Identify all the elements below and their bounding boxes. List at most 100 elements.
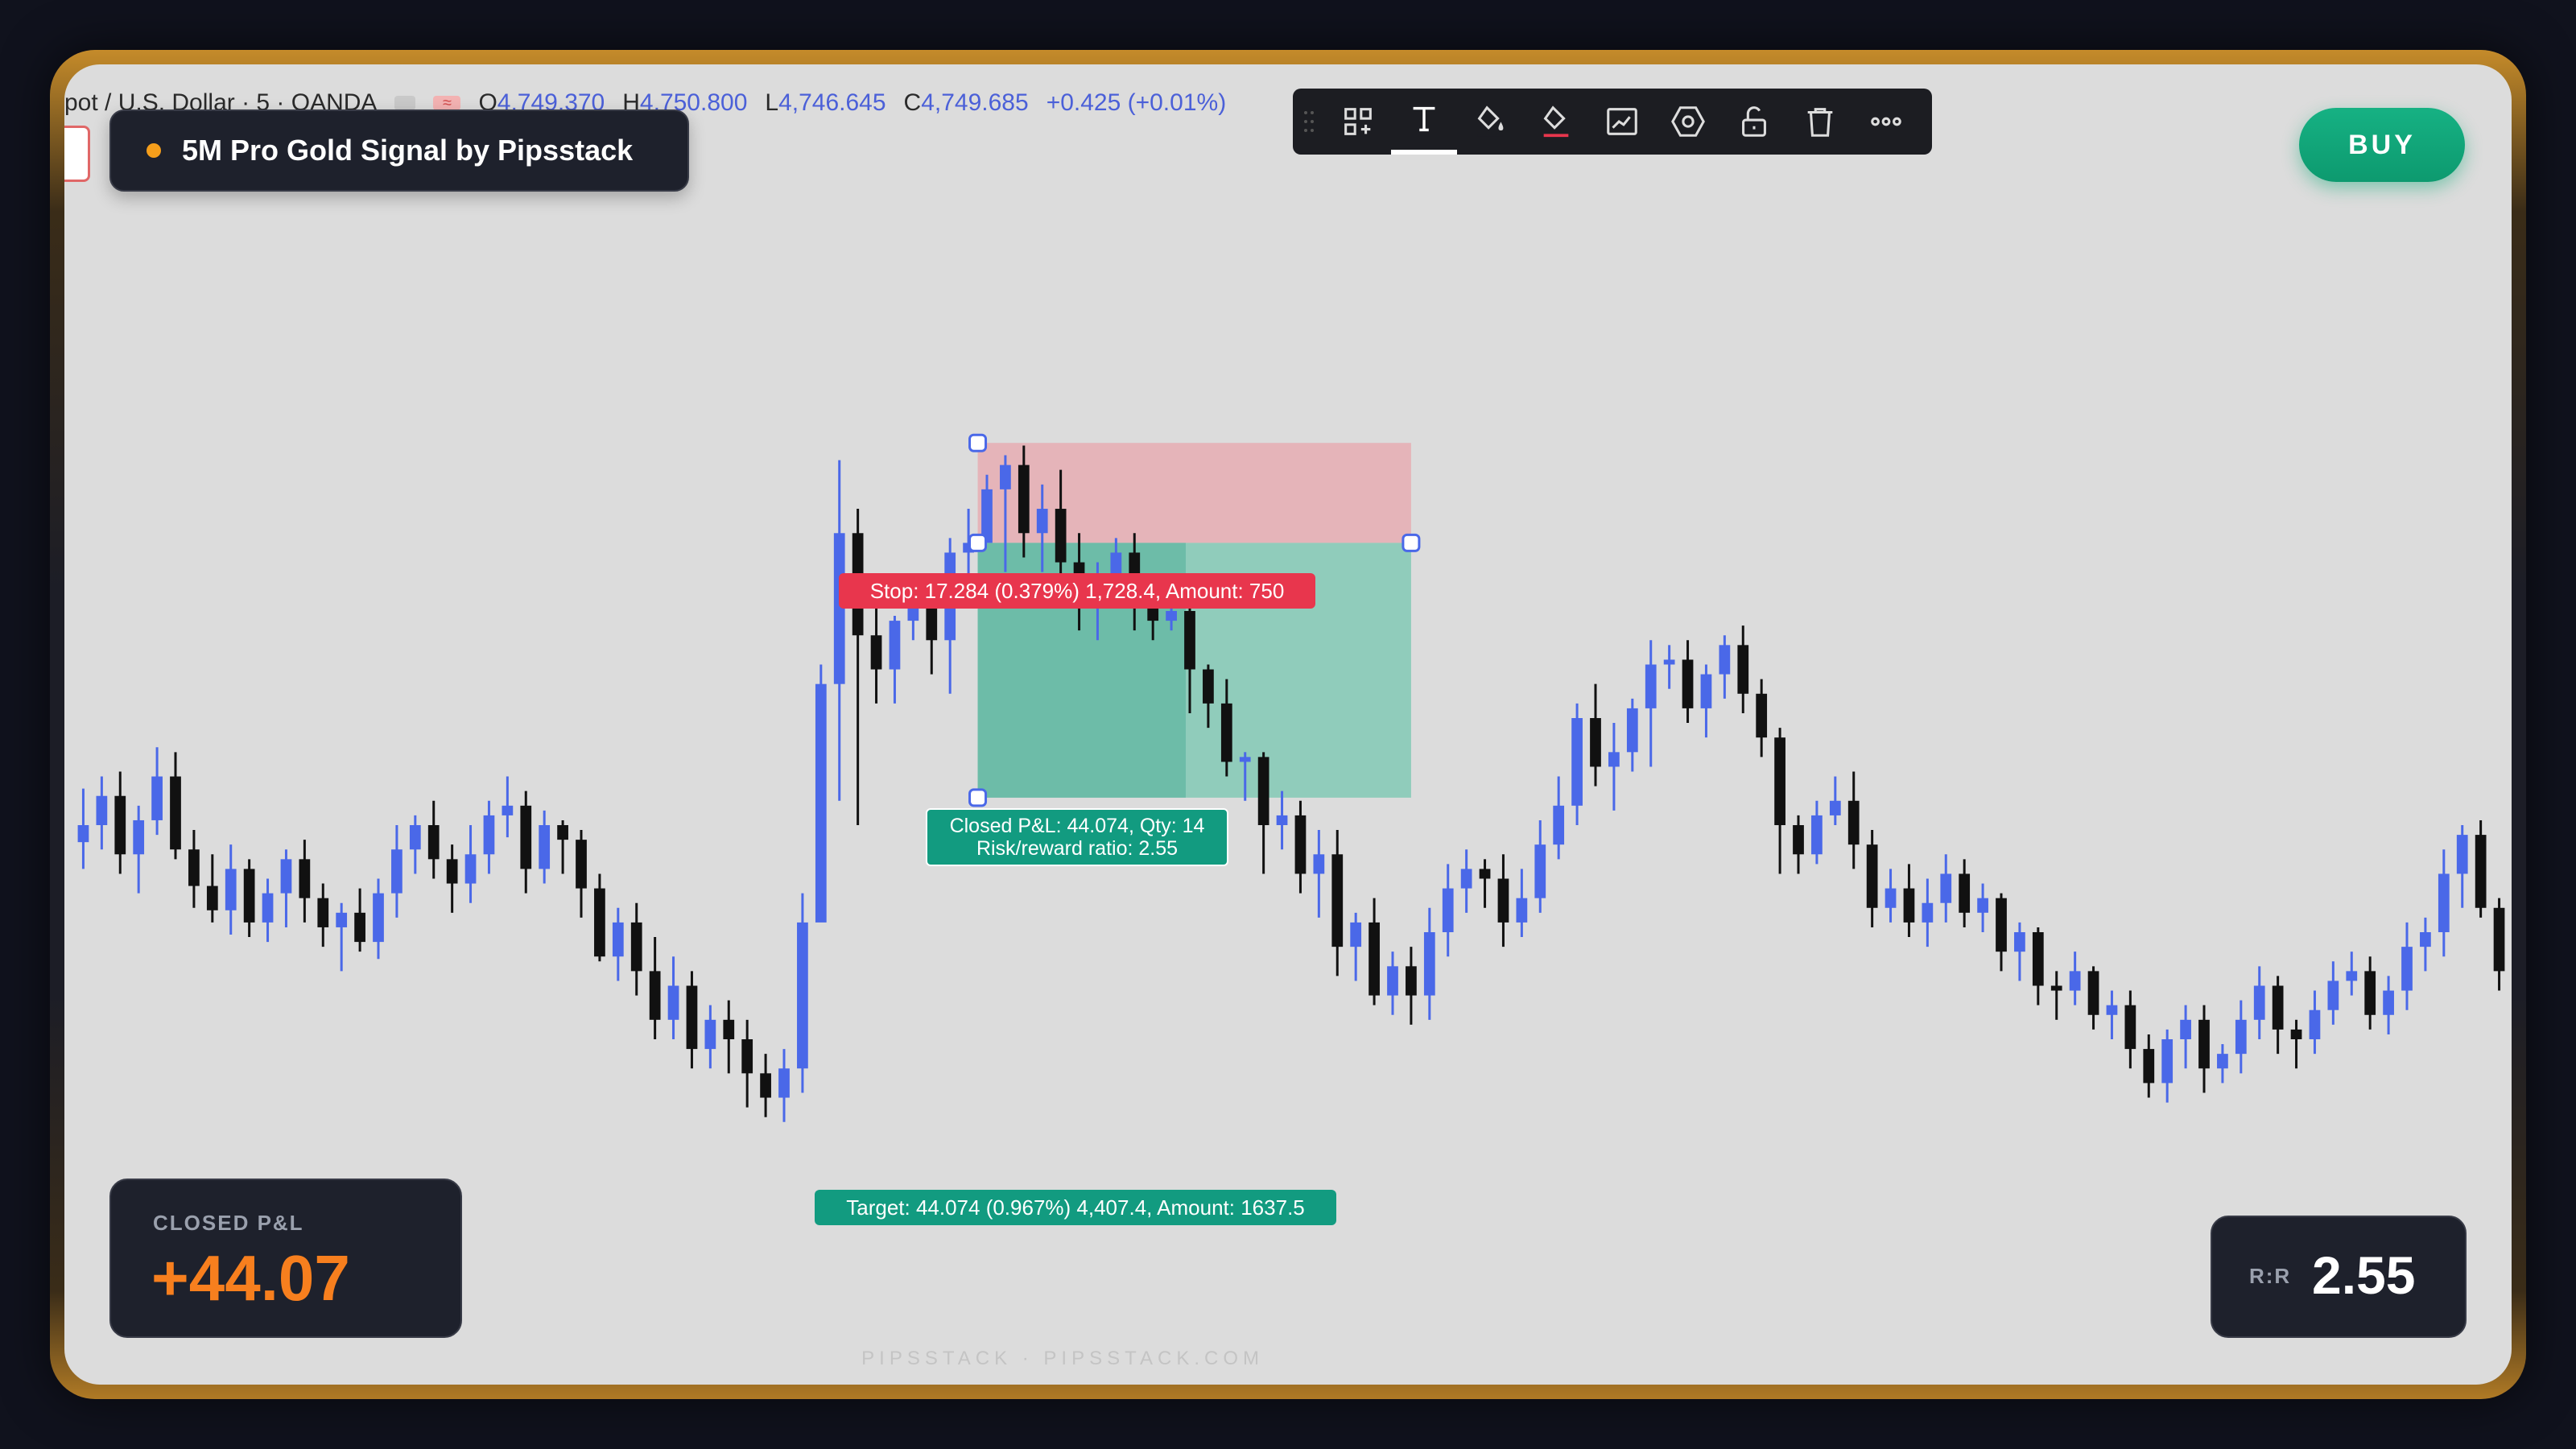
candle	[1829, 776, 1841, 825]
candle	[1590, 683, 1601, 786]
candle	[1977, 883, 1988, 932]
ohlc-close: C4,749.685	[903, 89, 1029, 116]
position-handle[interactable]	[968, 788, 988, 807]
candle	[1682, 640, 1694, 724]
candle	[612, 907, 624, 981]
candle	[151, 747, 163, 836]
candle	[409, 815, 421, 874]
candle	[1885, 869, 1897, 923]
candle	[464, 825, 477, 903]
candle	[1811, 800, 1823, 865]
position-handle[interactable]	[968, 433, 988, 452]
candle	[2401, 922, 2413, 1010]
candle	[206, 854, 218, 923]
candle	[336, 902, 348, 972]
candle	[2493, 898, 2505, 991]
candle	[2180, 1005, 2191, 1069]
candle	[760, 1054, 771, 1117]
candle	[2475, 819, 2487, 918]
candle	[2014, 922, 2025, 981]
candle	[317, 883, 329, 947]
candle	[1276, 791, 1288, 850]
candle	[2383, 976, 2394, 1034]
watermark: PIPSSTACK · PIPSSTACK.COM	[861, 1348, 1264, 1369]
candle	[502, 776, 514, 838]
live-dot-icon	[147, 143, 161, 158]
candle	[2087, 966, 2099, 1030]
candle	[1350, 912, 1362, 981]
candle	[889, 616, 901, 704]
candle	[354, 888, 365, 952]
candle	[2364, 956, 2376, 1030]
market-badge: ≈	[433, 95, 461, 111]
lock-icon[interactable]	[1721, 89, 1787, 155]
candle	[1737, 625, 1749, 713]
candle	[704, 1005, 716, 1069]
candle	[944, 538, 956, 694]
more-icon[interactable]	[1853, 89, 1919, 155]
left-panel-stub[interactable]	[64, 126, 90, 182]
risk-reward-value: 2.55	[2312, 1245, 2416, 1305]
candle	[1922, 878, 1934, 947]
grip-icon[interactable]	[1293, 109, 1325, 134]
candle	[2309, 990, 2321, 1055]
candle	[1645, 640, 1657, 767]
candle	[1516, 869, 1528, 938]
candle	[1663, 645, 1675, 689]
candle	[520, 791, 532, 894]
candle	[2346, 952, 2358, 996]
text-icon[interactable]	[1391, 89, 1457, 155]
candle	[280, 849, 292, 927]
candle	[2124, 990, 2136, 1069]
candle	[2106, 990, 2118, 1039]
candle	[649, 937, 661, 1039]
candle	[852, 509, 864, 825]
take-profit-label: Target: 44.074 (0.967%) 4,407.4, Amount:…	[815, 1190, 1336, 1225]
line-color-icon[interactable]	[1523, 89, 1589, 155]
candle	[446, 844, 458, 913]
candle	[391, 825, 402, 918]
candle	[1756, 679, 1768, 758]
candle	[1959, 859, 1971, 927]
candle	[2456, 825, 2468, 908]
trash-icon[interactable]	[1787, 89, 1853, 155]
candle	[723, 1000, 735, 1074]
candle	[2032, 927, 2044, 1005]
ohlc-low: L4,746.645	[765, 89, 886, 116]
candle	[797, 893, 808, 1093]
candle	[373, 878, 384, 960]
position-handle[interactable]	[968, 533, 988, 552]
candle	[96, 776, 108, 850]
candle	[1442, 864, 1454, 957]
position-handle[interactable]	[1402, 533, 1421, 552]
candle	[262, 878, 274, 943]
settings-icon[interactable]	[1655, 89, 1721, 155]
candle	[225, 844, 237, 935]
candle	[630, 902, 642, 996]
candle	[1571, 703, 1583, 825]
risk-reward-line: Risk/reward ratio: 2.55	[976, 837, 1179, 860]
candle	[2235, 1000, 2247, 1074]
candle	[557, 819, 568, 874]
fill-color-icon[interactable]	[1457, 89, 1523, 155]
buy-button[interactable]: BUY	[2299, 108, 2465, 182]
candle	[2290, 1019, 2302, 1069]
candle	[1793, 815, 1804, 874]
candle	[576, 830, 587, 918]
candle	[77, 788, 89, 869]
candle	[1626, 698, 1638, 772]
candle	[133, 805, 145, 894]
stop-loss-label: Stop: 17.284 (0.379%) 1,728.4, Amount: 7…	[839, 573, 1315, 609]
candle	[427, 800, 440, 879]
candle	[1257, 752, 1269, 874]
candle	[1497, 854, 1509, 947]
chart-style-icon[interactable]	[1589, 89, 1655, 155]
candle	[1719, 635, 1731, 699]
closed-pnl-value: +44.07	[151, 1242, 350, 1314]
risk-reward-title: R:R	[2249, 1264, 2292, 1288]
candle	[1847, 771, 1860, 869]
chart-screen[interactable]: pot / U.S. Dollar · 5 · OANDA ≈ O4,749.3…	[64, 64, 2512, 1385]
template-icon[interactable]	[1325, 89, 1391, 155]
candle	[1553, 776, 1565, 860]
candle	[1608, 723, 1620, 811]
